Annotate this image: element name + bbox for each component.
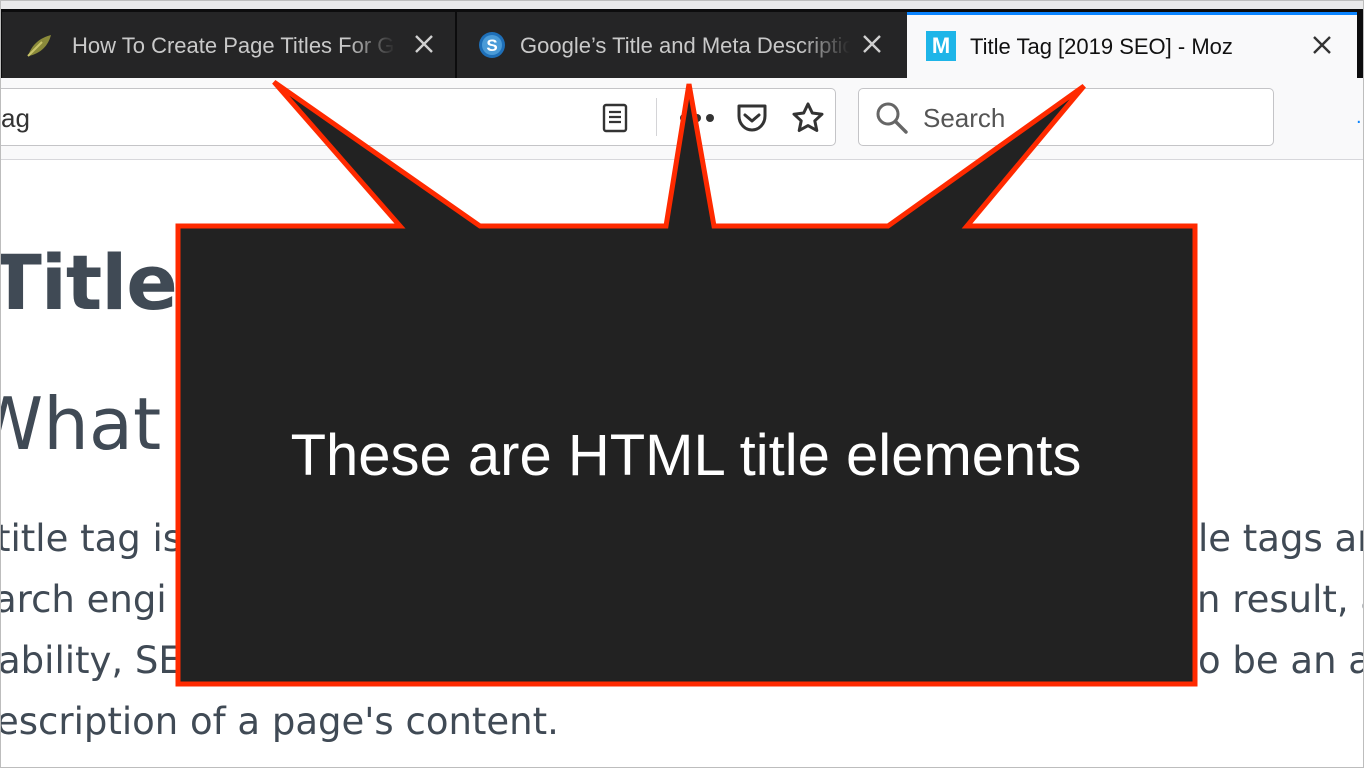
callout-bubble xyxy=(175,79,1198,687)
callout-text: These are HTML title elements xyxy=(290,423,1082,488)
callout-shape xyxy=(175,79,1198,687)
